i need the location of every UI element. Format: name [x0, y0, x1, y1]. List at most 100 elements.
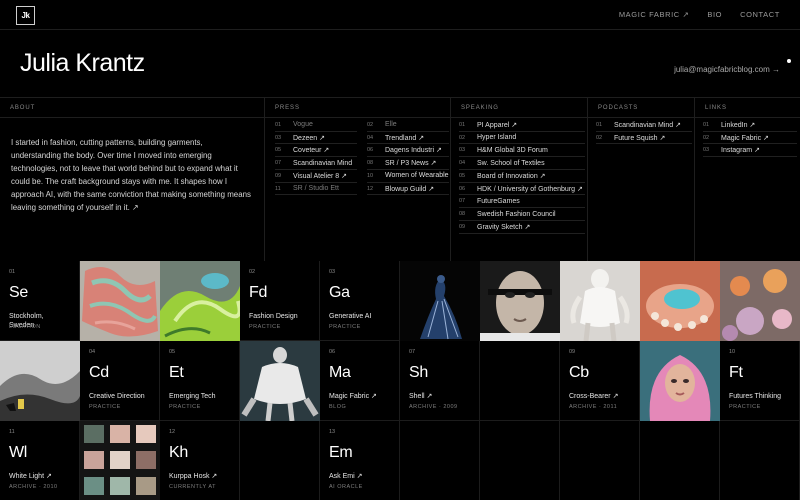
press-item[interactable]: 07 Scandinavian Mind [275, 157, 357, 170]
mushroom-garden-image[interactable] [720, 261, 800, 341]
speaking-item[interactable]: 08 Swedish Fashion Council [459, 208, 585, 221]
empty-tile [560, 421, 640, 500]
coral-sculpture-image[interactable] [80, 261, 160, 341]
pink-hair-portrait-image[interactable] [640, 341, 720, 421]
element-tile-ga[interactable]: 03 Ga Generative AI PRACTICE [320, 261, 400, 341]
press-item-number: 10 [367, 172, 374, 179]
portrait-face-image[interactable] [480, 261, 560, 341]
nav-magic-fabric[interactable]: MAGIC FABRIC ↗ [619, 10, 690, 19]
press-item[interactable]: 03 Dezeen ↗ [275, 132, 357, 145]
logo[interactable]: Jk [16, 6, 35, 25]
speaking-item[interactable]: 06 HDK / University of Gothenburg ↗ [459, 183, 585, 196]
nav-bio[interactable]: BIO [707, 10, 722, 19]
element-name: Ask Emi ↗ [329, 473, 363, 480]
hero: Julia Krantz julia@magicfabricblog.com → [0, 30, 800, 98]
podcast-item[interactable]: 02 Future Squish ↗ [596, 132, 692, 145]
about-text: I started in fashion, cutting patterns, … [11, 138, 251, 212]
swatch-collage-image[interactable] [80, 421, 160, 500]
info-section: ABOUT I started in fashion, cutting patt… [0, 98, 800, 261]
empty-tile [480, 341, 560, 421]
element-grid: 01 Se Stockholm, Sweden LOCATION 02 Fd Fa… [0, 261, 800, 500]
press-item[interactable]: 06 Dagens Industri ↗ [367, 145, 449, 158]
press-item-number: 01 [275, 121, 282, 128]
press-item-number: 09 [275, 172, 282, 179]
element-name: Generative AI [329, 313, 372, 320]
press-item[interactable]: 09 Visual Atelier 8 ↗ [275, 170, 357, 183]
element-tile-fd[interactable]: 02 Fd Fashion Design PRACTICE [240, 261, 320, 341]
speaking-item[interactable]: 01 PI Apparel ↗ [459, 119, 585, 132]
element-tile-et[interactable]: 05 Et Emerging Tech PRACTICE [160, 341, 240, 421]
element-tile-em[interactable]: 13 Em Ask Emi ↗ AI ORACLE [320, 421, 400, 500]
element-number: 06 [329, 349, 336, 355]
press-item-label: Dezeen ↗ [293, 134, 325, 142]
press-item[interactable]: 05 Coveteur ↗ [275, 145, 357, 158]
press-item[interactable]: 10 Women of Wearable [367, 170, 449, 183]
press-item-label: Blowup Guild ↗ [385, 185, 435, 193]
element-tile-kh[interactable]: 12 Kh Kurppa Hosk ↗ CURRENTLY AT [160, 421, 240, 500]
white-garment-image[interactable] [560, 261, 640, 341]
speaking-item-number: 06 [459, 185, 466, 192]
element-symbol: Wl [9, 444, 28, 461]
press-item[interactable]: 12 Blowup Guild ↗ [367, 183, 449, 196]
element-tile-ft[interactable]: 10 Ft Futures Thinking PRACTICE [720, 341, 800, 421]
press-item[interactable]: 11 SR / Studio Ett [275, 183, 357, 196]
press-item[interactable]: 08 SR / P3 News ↗ [367, 157, 449, 170]
speaking-item[interactable]: 04 Sw. School of Textiles [459, 157, 585, 170]
press-item[interactable]: 02 Elle [367, 119, 449, 132]
element-symbol: Sh [409, 364, 428, 381]
element-symbol: Cb [569, 364, 589, 381]
speaking-item[interactable]: 09 Gravity Sketch ↗ [459, 221, 585, 234]
press-item[interactable]: 04 Trendland ↗ [367, 132, 449, 145]
link-item[interactable]: 02 Magic Fabric ↗ [703, 132, 797, 145]
podcast-item-label: Future Squish ↗ [614, 134, 666, 142]
element-tile-cd[interactable]: 04 Cd Creative Direction PRACTICE [80, 341, 160, 421]
element-tile-wl[interactable]: 11 Wl White Light ↗ ARCHIVE · 2010 [0, 421, 80, 500]
element-symbol: Em [329, 444, 353, 461]
element-name: Kurppa Hosk ↗ [169, 473, 218, 480]
element-symbol: Cd [89, 364, 109, 381]
element-symbol: Kh [169, 444, 188, 461]
press-item[interactable]: 01 Vogue [275, 119, 357, 132]
feathered-figure-image[interactable] [400, 261, 480, 341]
nav-contact[interactable]: CONTACT [740, 10, 780, 19]
empty-tile [400, 421, 480, 500]
element-name: Futures Thinking [729, 393, 782, 400]
speaking-item[interactable]: 05 Board of Innovation ↗ [459, 170, 585, 183]
element-tile-se[interactable]: 01 Se Stockholm, Sweden LOCATION [0, 261, 80, 341]
podcast-item[interactable]: 01 Scandinavian Mind ↗ [596, 119, 692, 132]
speaking-item-number: 01 [459, 121, 466, 128]
misty-landscape-image[interactable] [0, 341, 80, 421]
speaking-item-label: FutureGames [477, 197, 520, 205]
press-column: PRESS 01 Vogue 03 Dezeen ↗ 05 Coveteur ↗ 07 Sca… [265, 98, 451, 261]
silver-outfit-image[interactable] [240, 341, 320, 421]
podcast-item-label: Scandinavian Mind ↗ [614, 121, 681, 129]
press-item-label: SR / Studio Ett [293, 185, 339, 193]
element-tile-sh[interactable]: 07 Sh Shell ↗ ARCHIVE · 2009 [400, 341, 480, 421]
element-category: PRACTICE [329, 324, 361, 330]
element-number: 10 [729, 349, 736, 355]
element-tile-cb[interactable]: 09 Cb Cross-Bearer ↗ ARCHIVE · 2011 [560, 341, 640, 421]
speaking-item-label: Gravity Sketch ↗ [477, 223, 531, 231]
empty-tile [640, 421, 720, 500]
about-column: ABOUT I started in fashion, cutting patt… [0, 98, 265, 261]
link-item[interactable]: 03 Instagram ↗ [703, 145, 797, 158]
email-link[interactable]: julia@magicfabricblog.com → [674, 65, 780, 74]
press-item-label: Women of Wearable [385, 172, 449, 180]
element-category: PRACTICE [89, 404, 121, 410]
green-liquid-image[interactable] [160, 261, 240, 341]
speaking-item[interactable]: 02 Hyper Island [459, 132, 585, 145]
link-item-label: LinkedIn ↗ [721, 121, 756, 129]
element-symbol: Se [9, 284, 28, 301]
element-symbol: Ft [729, 364, 743, 381]
speaking-item[interactable]: 07 FutureGames [459, 196, 585, 209]
element-number: 11 [9, 429, 15, 435]
link-item-label: Magic Fabric ↗ [721, 134, 769, 142]
press-item-label: Dagens Industri ↗ [385, 147, 442, 155]
podcast-item-number: 02 [596, 134, 603, 141]
coral-jewel-image[interactable] [640, 261, 720, 341]
press-item-number: 06 [367, 147, 374, 154]
speaking-item[interactable]: 03 H&M Global 3D Forum [459, 145, 585, 158]
press-item-label: Scandinavian Mind [293, 159, 353, 167]
element-tile-ma[interactable]: 06 Ma Magic Fabric ↗ BLOG [320, 341, 400, 421]
link-item[interactable]: 01 LinkedIn ↗ [703, 119, 797, 132]
